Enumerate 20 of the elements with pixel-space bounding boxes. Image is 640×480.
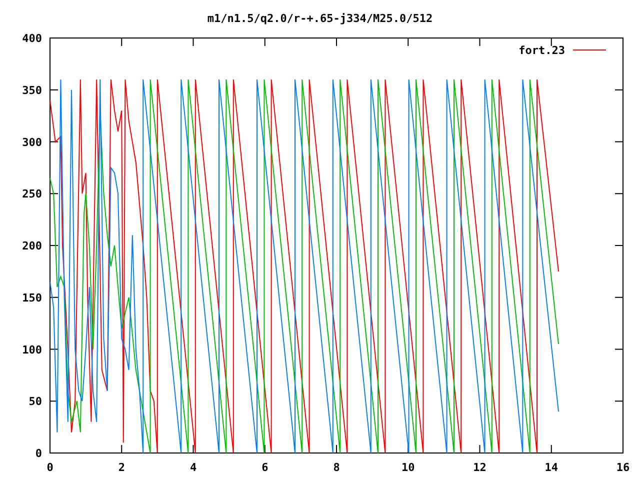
y-tick-label: 250 (22, 188, 42, 201)
y-tick-label: 350 (22, 84, 42, 97)
y-tick-label: 50 (28, 395, 42, 408)
y-tick-label: 300 (22, 136, 42, 149)
chart-title: m1/n1.5/q2.0/r-+.65-j334/M25.0/512 (207, 12, 433, 25)
x-tick-label: 16 (616, 461, 630, 474)
y-tick-label: 400 (22, 32, 42, 45)
x-tick-label: 10 (402, 461, 415, 474)
x-tick-label: 4 (190, 461, 197, 474)
x-tick-label: 0 (46, 461, 54, 474)
y-tick-label: 150 (22, 291, 42, 304)
legend-label: fort.23 (518, 44, 565, 57)
y-tick-label: 0 (35, 447, 42, 460)
x-tick-label: 8 (333, 461, 340, 474)
x-tick-label: 14 (544, 461, 558, 474)
y-tick-label: 200 (22, 240, 42, 252)
x-tick-label: 6 (262, 461, 268, 474)
y-tick-label: 100 (22, 343, 42, 356)
x-tick-label: 12 (473, 461, 486, 474)
x-tick-label: 2 (118, 461, 125, 474)
